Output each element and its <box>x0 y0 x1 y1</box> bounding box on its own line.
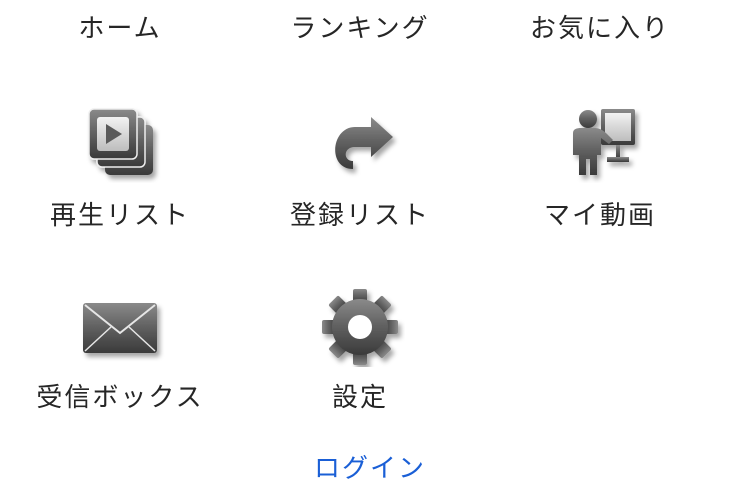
envelope-icon <box>75 287 165 367</box>
menu-item-settings-label: 設定 <box>331 383 388 413</box>
menu-item-home-label: ホーム <box>78 14 162 44</box>
login-link[interactable]: ログイン <box>0 448 740 485</box>
menu-item-favorites-label: お気に入り <box>529 14 670 44</box>
menu-item-my-videos-label: マイ動画 <box>543 201 656 231</box>
menu-item-inbox-label: 受信ボックス <box>36 383 204 413</box>
gear-icon <box>315 287 405 367</box>
share-arrow-icon <box>315 103 405 183</box>
menu-item-home[interactable]: ホーム <box>0 0 240 50</box>
menu-grid: ホーム ランキング お気に入り 再生リスト 登録リスト マイ動画 受信ボックス … <box>0 0 740 493</box>
menu-item-favorites[interactable]: お気に入り <box>480 0 720 50</box>
menu-item-inbox[interactable]: 受信ボックス <box>0 285 240 420</box>
menu-item-my-videos[interactable]: マイ動画 <box>480 95 720 235</box>
playlist-icon <box>75 103 165 183</box>
menu-item-settings[interactable]: 設定 <box>240 285 480 420</box>
menu-item-playlist[interactable]: 再生リスト <box>0 95 240 235</box>
menu-item-subscriptions[interactable]: 登録リスト <box>240 95 480 235</box>
menu-item-ranking-label: ランキング <box>290 14 430 44</box>
menu-item-ranking[interactable]: ランキング <box>240 0 480 50</box>
menu-item-subscriptions-label: 登録リスト <box>289 201 430 231</box>
menu-item-playlist-label: 再生リスト <box>49 201 190 231</box>
presenter-icon <box>555 103 645 183</box>
